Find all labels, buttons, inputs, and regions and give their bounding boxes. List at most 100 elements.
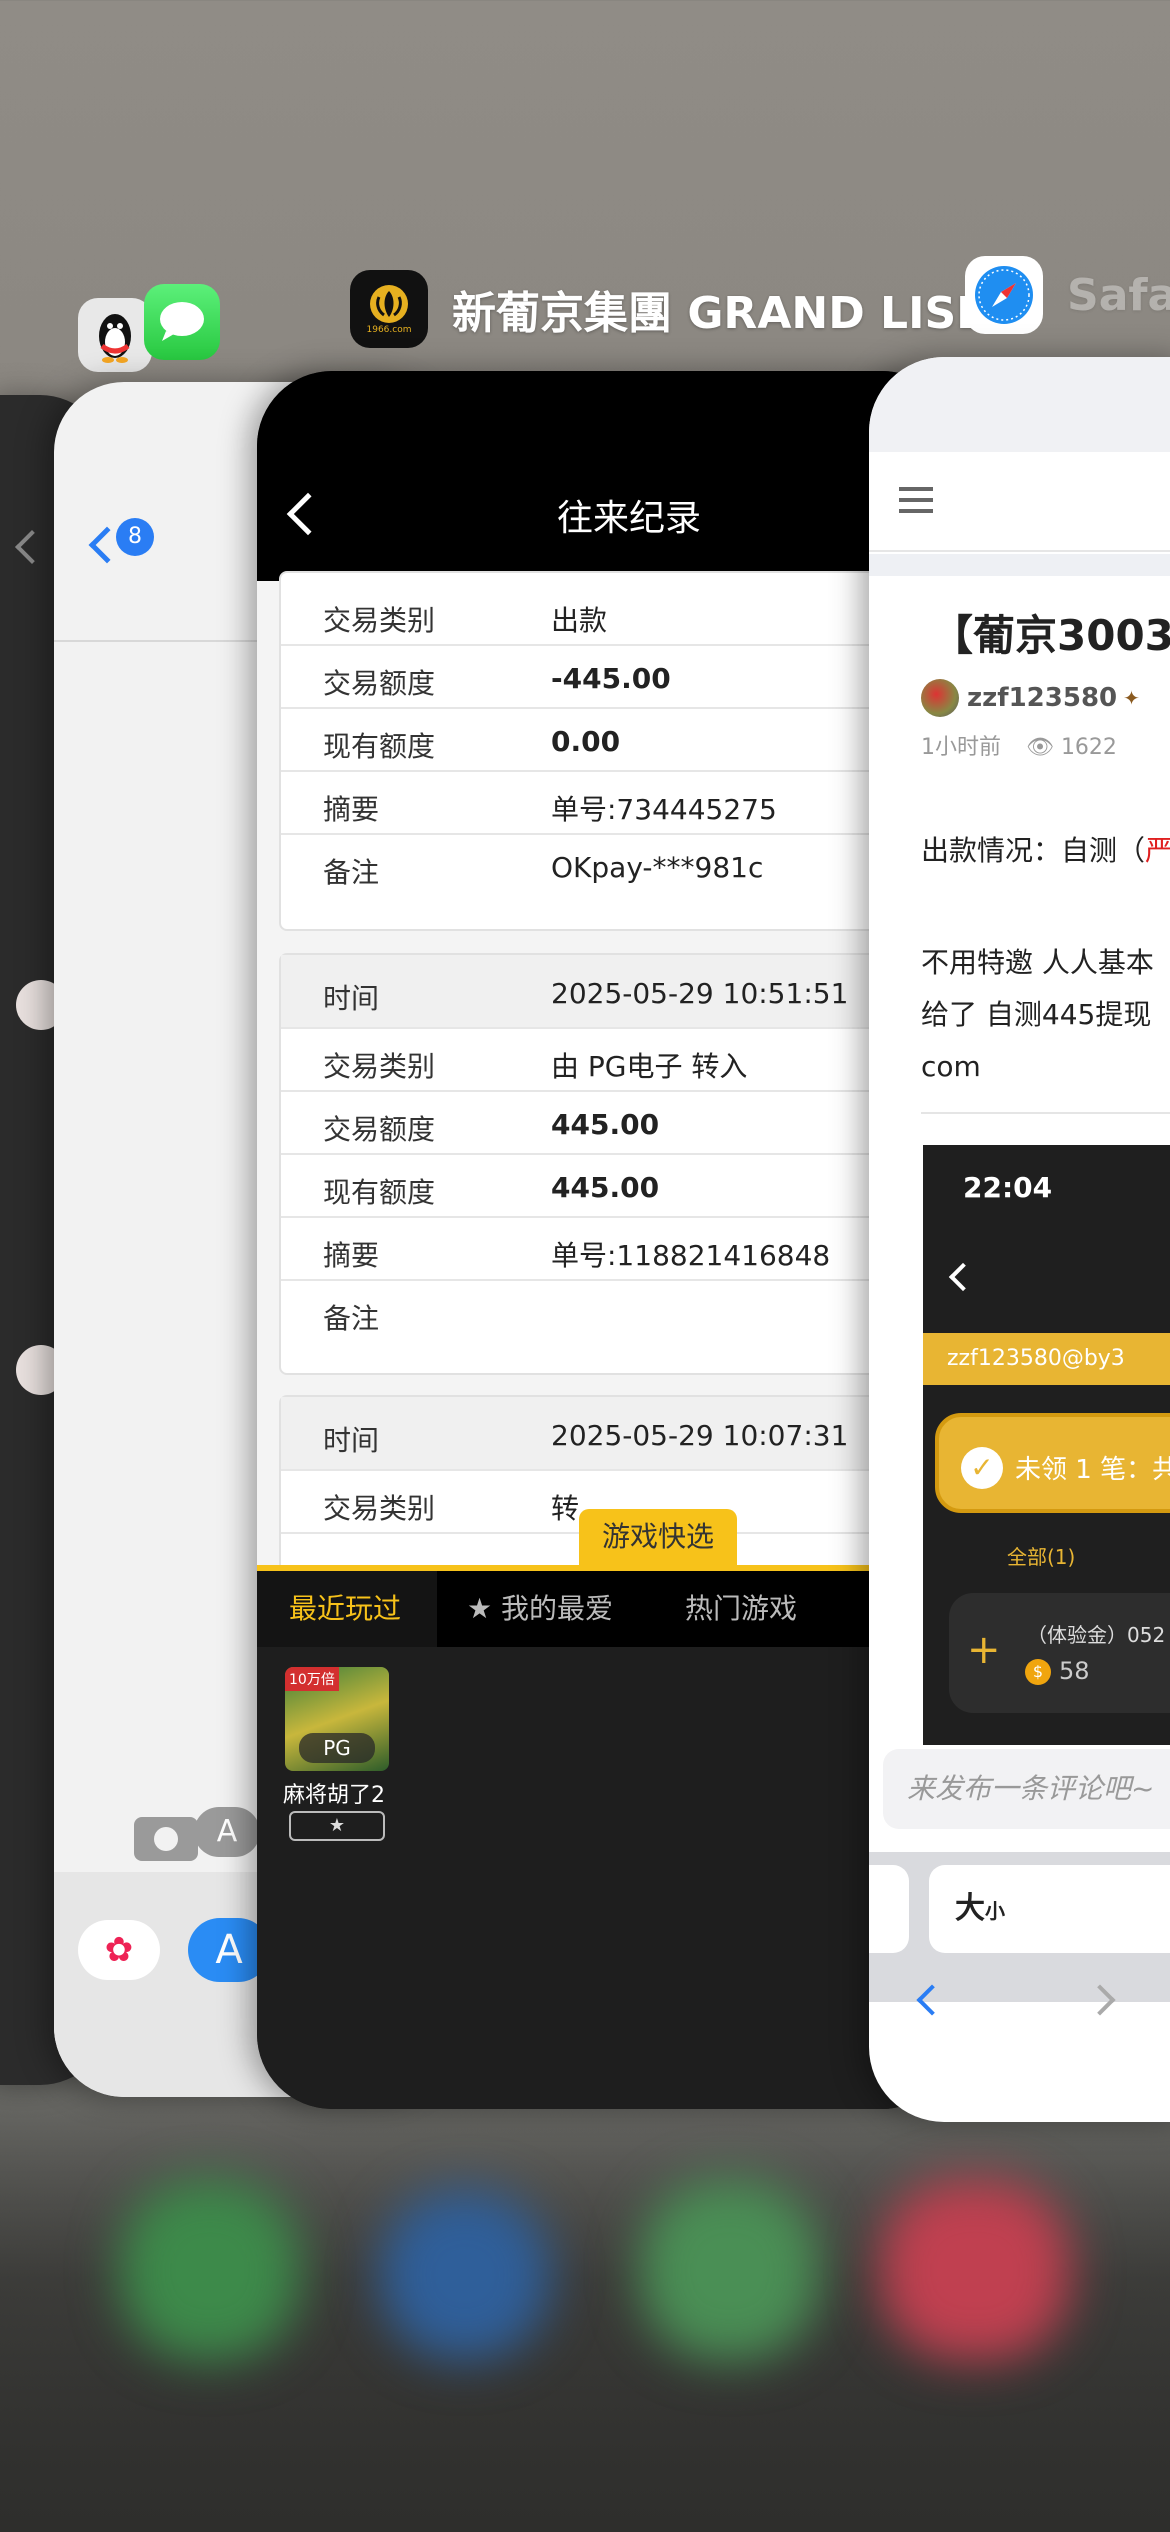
back-chevron-icon[interactable] (286, 492, 330, 536)
safari-app-label: Safar (1067, 269, 1170, 321)
field-label: 现有额度 (323, 730, 436, 763)
site-nav-bar (869, 452, 1170, 552)
post-paragraph: 不用特邀 人人基本 给了 自测445提现 com (921, 937, 1154, 1093)
field-label: 备注 (323, 1302, 380, 1335)
content-divider (921, 1112, 1170, 1114)
field-label: 交易额度 (323, 667, 436, 700)
post-title: 【葡京3003 (931, 611, 1170, 660)
field-label: 现有额度 (323, 1176, 436, 1209)
game-thumbnail[interactable]: 10万倍 PG (285, 1667, 389, 1771)
record-row: 交易额度 -445.00 (281, 646, 957, 709)
post-paragraph: 出款情况：自测（严 (921, 829, 1170, 869)
field-value: 出款 (551, 604, 608, 637)
qq-app-header[interactable] (78, 298, 152, 372)
hamburger-menu-icon[interactable] (899, 487, 933, 491)
grand-lisboa-app-header[interactable]: 1966.com 新葡京集團 GRAND LISB.. (350, 270, 1023, 348)
multiplier-badge: 10万倍 (285, 1667, 339, 1691)
game-name[interactable]: 麻将胡了2 (283, 1777, 385, 1809)
record-row: 备注 OKpay-***981c (281, 835, 957, 898)
grand-lisboa-app-card[interactable]: 往来纪录 交易类别 出款 交易额度 -445.00 现有额度 0.00 摘要 单号:73… (257, 371, 957, 2109)
record-row: 摘要 单号:734445275 (281, 772, 957, 835)
field-label: 时间 (323, 982, 380, 1015)
avatar (921, 679, 959, 717)
tab-favorites[interactable]: ★ 我的最爱 (467, 1571, 647, 1647)
field-value: OKpay-***981c (551, 851, 764, 884)
comment-input[interactable]: 来发布一条评论吧~ (883, 1749, 1170, 1829)
paragraph-line: com (921, 1050, 981, 1083)
quick-games-toggle[interactable]: 游戏快选 (579, 1509, 737, 1565)
field-value: 445.00 (551, 1171, 660, 1204)
tab-popular-games[interactable]: 热门游戏 (685, 1571, 865, 1647)
app-title: 新葡京集團 GRAND LISB.. (452, 288, 1024, 339)
record-row: 时间 2025-05-29 10:07:31 (281, 1397, 957, 1471)
blurred-app-icon (380, 2190, 550, 2360)
tab-recently-played[interactable]: 最近玩过 (257, 1571, 437, 1647)
filter-all-tab: 全部(1) (1007, 1545, 1076, 1569)
keyboard-suggestion-key[interactable]: 大小 (929, 1865, 1170, 1953)
keyboard-key[interactable] (869, 1865, 909, 1953)
paragraph-line: 给了 自测445提现 (921, 998, 1152, 1031)
post-author[interactable]: zzf123580 ✦ (921, 679, 1140, 717)
record-row: 交易类别 由 PG电子 转入 (281, 1029, 957, 1092)
app-icon-domain-text: 1966.com (366, 325, 412, 335)
status-area (869, 357, 1170, 452)
level-badge-icon: ✦ (1123, 686, 1140, 710)
account-banner: zzf123580@by3 (923, 1333, 1170, 1385)
game-grid: 10万倍 PG 麻将胡了2 ★ (257, 1647, 957, 2109)
field-value: 445.00 (551, 1108, 660, 1141)
star-icon: ★ (328, 1815, 346, 1836)
field-label: 交易类别 (323, 604, 436, 637)
record-row: 备注 (281, 1281, 957, 1344)
game-tabs: 最近玩过 ★ 我的最爱 热门游戏 (257, 1571, 957, 1647)
camera-icon[interactable] (134, 1817, 198, 1861)
unread-count-badge: 8 (116, 518, 154, 556)
transaction-record: 交易类别 出款 交易额度 -445.00 现有额度 0.00 摘要 单号:7344452… (279, 571, 957, 931)
favorite-star-button[interactable]: ★ (289, 1811, 385, 1841)
field-value: 2025-05-29 10:51:51 (551, 977, 849, 1010)
field-label: 交易类别 (323, 1492, 436, 1525)
safari-compass-icon (965, 256, 1043, 334)
field-label: 摘要 (323, 1239, 380, 1272)
field-value: 2025-05-29 10:07:31 (551, 1419, 849, 1452)
section-divider (869, 554, 1170, 576)
blurred-app-icon (880, 2180, 1070, 2360)
field-label: 交易类别 (323, 1050, 436, 1083)
unclaimed-card: ✓ 未领 1 笔：共 (935, 1413, 1170, 1513)
provider-label: PG (299, 1733, 375, 1763)
back-chevron-icon (15, 530, 49, 564)
plus-icon: + (967, 1627, 1001, 1673)
item-title: （体验金）052 (1027, 1623, 1166, 1647)
transaction-record: 时间 2025-05-29 10:51:51 交易类别 由 PG电子 转入 交易额度… (279, 953, 957, 1375)
view-count: 1622 (1060, 735, 1117, 760)
record-row: 交易额度 445.00 (281, 1092, 957, 1155)
field-value: 单号:118821416848 (551, 1239, 831, 1272)
eye-icon: 👁 (1026, 735, 1054, 760)
highlight-text: 严 (1145, 834, 1170, 867)
safari-app-card[interactable]: 【葡京3003 zzf123580 ✦ 1小时前 👁 1622 出款情况：自测（… (869, 357, 1170, 2122)
nav-header: 往来纪录 (257, 371, 957, 581)
app-store-icon[interactable]: A (194, 1807, 260, 1857)
field-label: 交易额度 (323, 1113, 436, 1146)
record-row: 时间 2025-05-29 10:51:51 (281, 955, 957, 1029)
field-value: -445.00 (551, 662, 671, 695)
photos-icon[interactable]: ✿ (78, 1920, 160, 1980)
record-row: 现有额度 0.00 (281, 709, 957, 772)
username: zzf123580 (967, 683, 1118, 713)
back-chevron-icon (948, 1262, 978, 1292)
item-amount: 58 (1059, 1657, 1090, 1685)
key-text: 大 (955, 1891, 985, 1926)
post-time: 1小时前 (921, 735, 1001, 760)
coin-icon: $ (1025, 1659, 1051, 1685)
field-label: 时间 (323, 1424, 380, 1457)
messages-icon (144, 284, 220, 360)
record-row: 摘要 单号:118821416848 (281, 1218, 957, 1281)
field-value: 单号:734445275 (551, 793, 777, 826)
record-row: 现有额度 445.00 (281, 1155, 957, 1218)
blurred-app-icon (640, 2180, 820, 2360)
messages-app-header[interactable] (144, 284, 220, 360)
field-label: 备注 (323, 856, 380, 889)
safari-app-header[interactable]: Safar (965, 256, 1170, 334)
key-text-small: 小 (985, 1899, 1005, 1923)
embedded-screenshot[interactable]: 22:04 zzf123580@by3 ✓ 未领 1 笔：共 全部(1) + （… (923, 1145, 1170, 1745)
field-value: 0.00 (551, 725, 621, 758)
